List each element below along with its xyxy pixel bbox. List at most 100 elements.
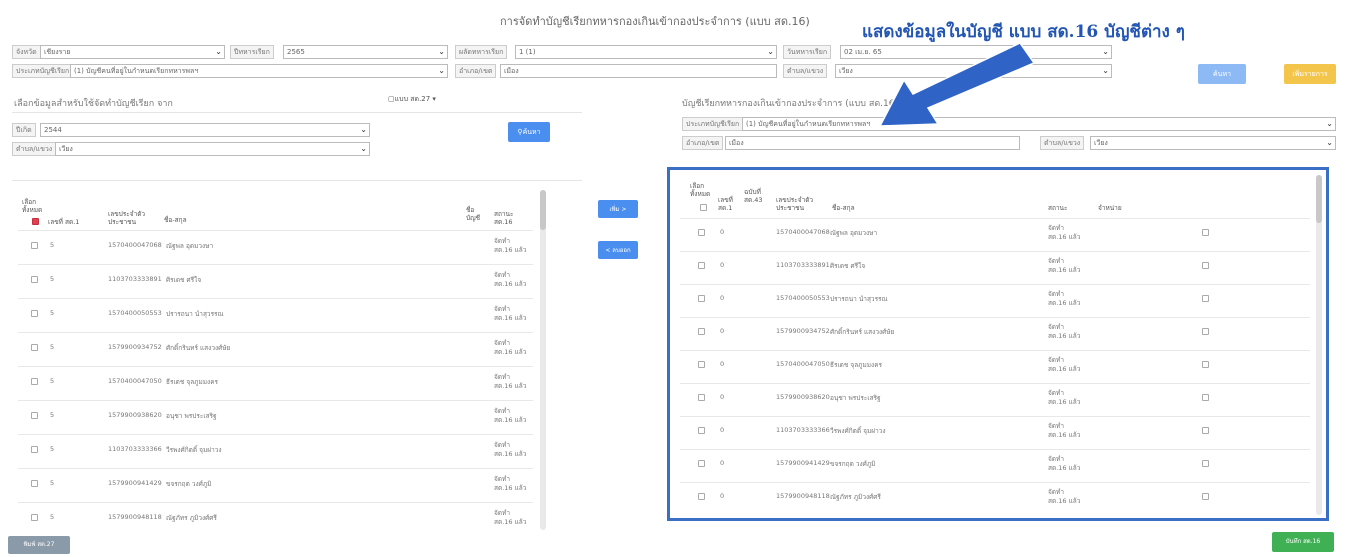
table-row[interactable]: 0 1570400050553 ปรารถนา นำสุวรรณ จัดทำ สด.1… [680, 284, 1310, 317]
row-checkbox[interactable] [31, 412, 38, 419]
right-scroll-thumb[interactable] [1316, 175, 1322, 223]
row-name: ณัฐภัทร ภูมิวงศ์ศรี [166, 514, 217, 522]
row-citizen-id: 1570400047050 [776, 360, 830, 368]
account-type-select[interactable]: (1) บัญชีคนที่อยู่ในกำหนดเรียกทหารพลฯ ⌄ [70, 64, 448, 78]
table-row[interactable]: 0 1579900941429 ขจรกฤต วงศ์ภูมิ จัดทำ สด.16… [680, 449, 1310, 482]
row-status: จัดทำ สด.16 แล้ว [1048, 323, 1081, 340]
row-checkbox[interactable] [698, 229, 705, 236]
birth-year-select[interactable]: 2544 ⌄ [40, 123, 370, 137]
row-sd1-no: 5 [50, 513, 55, 521]
row-citizen-id: 1579900941429 [108, 479, 162, 487]
province-select[interactable]: เชียงราย ⌄ [40, 45, 225, 59]
source-dropdown[interactable]: ▢แบบ สด.27 ▾ [388, 94, 436, 105]
year-select[interactable]: 2565 ⌄ [283, 45, 448, 59]
table-row[interactable]: 0 1103703333891 ศิรเดช ศรีใจ จัดทำ สด.16 แล… [680, 251, 1310, 284]
row-citizen-id: 1570400050553 [108, 309, 162, 317]
table-row[interactable]: 5 1570400047068 ณัฐพล อุดมวงษา จัดทำ สด.16 … [18, 230, 533, 264]
right-col-sd1-no: เลขที่ สด.1 [718, 196, 733, 212]
right-scrollbar[interactable] [1316, 175, 1322, 515]
row-name: ธีรเดช จุลภูมมงคร [166, 378, 219, 386]
row-name: วีรพงศ์กิตติ์ จุมผ่าวง [166, 446, 222, 454]
row-name: ณัฐพล อุดมวงษา [830, 229, 878, 237]
row-checkbox[interactable] [31, 310, 38, 317]
right-account-type-select[interactable]: (1) บัญชีคนที่อยู่ในกำหนดเรียกทหารพลฯ ⌄ [742, 117, 1336, 131]
table-row[interactable]: 0 1579900938620 อนุชา พรประเสริฐ จัดทำ สด.1… [680, 383, 1310, 416]
right-col-name: ชื่อ-สกุล [832, 204, 855, 212]
row-status: จัดทำ สด.16 แล้ว [494, 373, 527, 390]
district-input[interactable]: เมือง [500, 64, 777, 78]
chevron-down-icon: ⌄ [1326, 119, 1333, 128]
left-scrollbar[interactable] [540, 190, 546, 530]
save-sd16-button[interactable]: บันทึก สด.16 [1272, 532, 1334, 552]
row-checkbox[interactable] [698, 460, 705, 467]
right-select-all-checkbox[interactable] [700, 204, 707, 211]
row-name: ธีรเดช จุลภูมมงคร [830, 361, 883, 369]
left-scroll-thumb[interactable] [540, 190, 546, 230]
table-row[interactable]: 5 1103703333891 ศิรเดช ศรีใจ จัดทำ สด.16 แล… [18, 264, 533, 298]
left-search-button[interactable]: ⚲ค้นหา [508, 122, 550, 142]
table-row[interactable]: 0 1103703333366 วีรพงศ์กิตติ์ จุมผ่าวง จัดท… [680, 416, 1310, 449]
right-col-select-all: เลือก ทั้งหมด [690, 182, 711, 198]
row-checkbox[interactable] [698, 328, 705, 335]
row-citizen-id: 1579900948118 [776, 492, 830, 500]
right-col-status: สถานะ [1048, 204, 1068, 212]
row-checkbox[interactable] [31, 242, 38, 249]
row-name: อนุชา พรประเสริฐ [166, 412, 217, 420]
table-row[interactable]: 5 1579900948118 ณัฐภัทร ภูมิวงศ์ศรี จัดทำ ส… [18, 502, 533, 536]
select-all-checkbox[interactable] [32, 218, 39, 225]
row-dispose-checkbox[interactable] [1202, 493, 1209, 500]
search-button[interactable]: ค้นหา [1198, 64, 1246, 84]
right-section-title: บัญชีเรียกทหารกองเกินเข้ากองประจำการ (แบ… [682, 99, 898, 109]
left-subdistrict-select[interactable]: เวียง ⌄ [55, 142, 370, 156]
table-row[interactable]: 5 1103703333366 วีรพงศ์กิตติ์ จุมผ่าวง จัดท… [18, 434, 533, 468]
row-dispose-checkbox[interactable] [1202, 361, 1209, 368]
row-name: ณัฐภัทร ภูมิวงศ์ศรี [830, 493, 881, 501]
table-row[interactable]: 0 1570400047068 ณัฐพล อุดมวงษา จัดทำ สด.16 … [680, 218, 1310, 251]
row-sd1-no: 0 [720, 360, 725, 368]
table-row[interactable]: 0 1579900948118 ณัฐภัทร ภูมิวงศ์ศรี จัดทำ ส… [680, 482, 1310, 515]
row-status: จัดทำ สด.16 แล้ว [494, 237, 527, 254]
chevron-down-icon: ⌄ [767, 47, 774, 56]
row-dispose-checkbox[interactable] [1202, 229, 1209, 236]
row-checkbox[interactable] [31, 344, 38, 351]
table-row[interactable]: 5 1579900934752 ศักดิ์กรินทร์ แสงวงศ์ษัย จั… [18, 332, 533, 366]
add-button[interactable]: เพิ่มรายการ [1284, 64, 1336, 84]
table-row[interactable]: 0 1570400047050 ธีรเดช จุลภูมมงคร จัดทำ สด.… [680, 350, 1310, 383]
row-checkbox[interactable] [31, 446, 38, 453]
table-row[interactable]: 5 1579900938620 อนุชา พรประเสริฐ จัดทำ สด.1… [18, 400, 533, 434]
row-checkbox[interactable] [698, 427, 705, 434]
birth-year-label: ปีเกิด [12, 123, 36, 137]
date-select[interactable]: 02 เม.ย. 65 ⌄ [840, 45, 1112, 59]
round-select[interactable]: 1 (1) ⌄ [515, 45, 777, 59]
row-dispose-checkbox[interactable] [1202, 328, 1209, 335]
table-row[interactable]: 5 1579900941429 ขจรกฤต วงศ์ภูมิ จัดทำ สด.16… [18, 468, 533, 502]
right-district-input[interactable]: เมือง [725, 136, 1020, 150]
table-row[interactable]: 0 1579900934752 ศักดิ์กรินทร์ แสงวงศ์ษัย จั… [680, 317, 1310, 350]
row-sd1-no: 5 [50, 241, 55, 249]
row-name: ปรารถนา นำสุวรรณ [166, 310, 224, 318]
row-dispose-checkbox[interactable] [1202, 262, 1209, 269]
add-to-account-button[interactable]: เพิ่ม > [598, 200, 638, 218]
print-sd27-button[interactable]: พิมพ์ สด.27 [8, 536, 70, 554]
row-sd1-no: 0 [720, 393, 725, 401]
row-checkbox[interactable] [698, 394, 705, 401]
table-row[interactable]: 5 1570400047050 ธีรเดช จุลภูมมงคร จัดทำ สด.… [18, 366, 533, 400]
row-checkbox[interactable] [698, 262, 705, 269]
row-checkbox[interactable] [698, 493, 705, 500]
right-subdistrict-select[interactable]: เวียง ⌄ [1090, 136, 1336, 150]
row-dispose-checkbox[interactable] [1202, 460, 1209, 467]
subdistrict-select[interactable]: เวียง ⌄ [835, 64, 1112, 78]
row-checkbox[interactable] [31, 378, 38, 385]
row-checkbox[interactable] [31, 480, 38, 487]
row-checkbox[interactable] [31, 276, 38, 283]
row-dispose-checkbox[interactable] [1202, 427, 1209, 434]
row-checkbox[interactable] [698, 295, 705, 302]
row-checkbox[interactable] [31, 514, 38, 521]
row-dispose-checkbox[interactable] [1202, 295, 1209, 302]
row-name: ศิรเดช ศรีใจ [830, 262, 866, 270]
table-row[interactable]: 5 1570400050553 ปรารถนา นำสุวรรณ จัดทำ สด.1… [18, 298, 533, 332]
row-dispose-checkbox[interactable] [1202, 394, 1209, 401]
row-checkbox[interactable] [698, 361, 705, 368]
row-sd1-no: 0 [720, 294, 725, 302]
remove-from-account-button[interactable]: < ลบออก [598, 241, 638, 259]
